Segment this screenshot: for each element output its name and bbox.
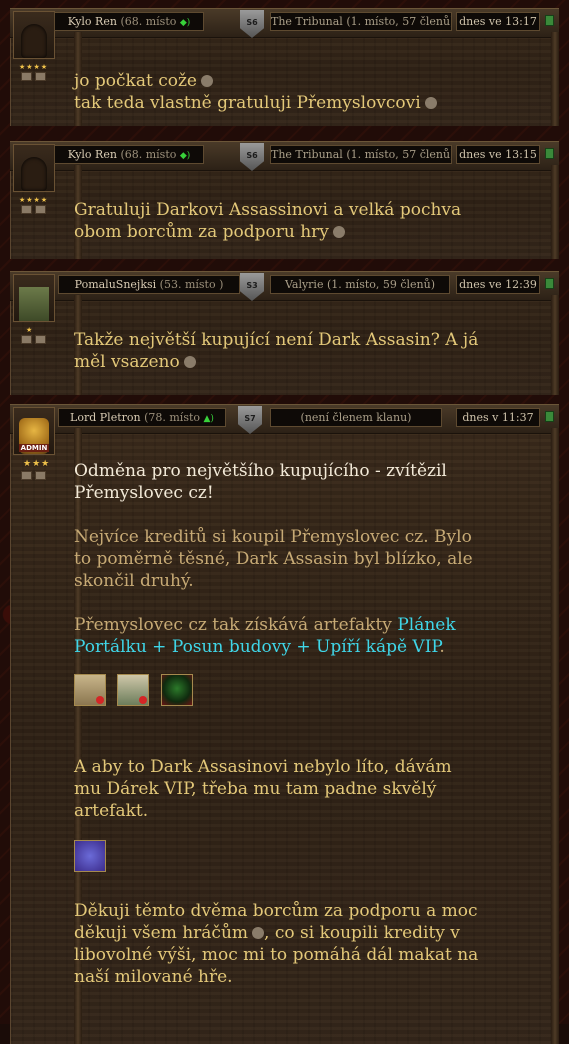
post-date: dnes ve 13:15	[456, 145, 540, 164]
author-box[interactable]: PomaluSnejksi (53. místo )	[58, 275, 240, 294]
smiley-icon	[183, 356, 196, 368]
author-name[interactable]: Kylo Ren	[68, 148, 117, 161]
rank-neutral-icon: ◆)	[179, 18, 191, 28]
avatar[interactable]	[13, 11, 55, 59]
author-name[interactable]: Kylo Ren	[68, 15, 117, 28]
forum-post: ★ PomaluSnejksi (53. místo ) S3 Valyrie …	[10, 271, 559, 395]
rank-stars: ★	[26, 326, 34, 334]
forum-post: ★★★★ Kylo Ren (68. místo ◆) S6 The Tribu…	[10, 8, 559, 126]
gift-list	[74, 840, 529, 878]
pillar-right	[551, 428, 559, 1044]
paragraph: A aby to Dark Assasinovi nebylo líto, dá…	[74, 757, 452, 821]
author-rank: (68. místo	[120, 148, 177, 161]
quote-icon[interactable]	[545, 278, 554, 289]
post-text: Gratuluji Darkovi Assassinovi a velká po…	[74, 200, 462, 242]
mail-icon[interactable]	[21, 335, 32, 344]
smiley-icon	[252, 927, 265, 939]
vampire-cloak-icon[interactable]	[160, 674, 193, 706]
rank-up-icon: ▲)	[203, 414, 214, 424]
artifact-list	[74, 674, 529, 712]
quote-icon[interactable]	[545, 411, 554, 422]
profile-icon[interactable]	[35, 335, 46, 344]
author-name[interactable]: PomaluSnejksi	[75, 278, 157, 291]
post-heading: Odměna pro největšího kupujícího - zvítě…	[74, 461, 447, 503]
message-icons[interactable]	[21, 335, 46, 344]
paragraph: Nejvíce kreditů si koupil Přemyslovec cz…	[74, 527, 473, 591]
clan-box[interactable]: Valyrie (1. místo, 59 členů)	[270, 275, 450, 294]
post-date: dnes ve 12:39	[456, 275, 540, 294]
author-box[interactable]: Lord Pletron (78. místo ▲)	[58, 408, 226, 427]
mail-icon[interactable]	[21, 471, 32, 480]
quote-icon[interactable]	[545, 15, 554, 26]
rank-neutral-icon: ◆)	[179, 151, 191, 161]
admin-badge: ADMIN	[18, 444, 50, 452]
building-move-icon[interactable]	[117, 674, 150, 706]
pillar-right	[551, 32, 559, 126]
author-box[interactable]: Kylo Ren (68. místo ◆)	[54, 145, 204, 164]
message-icons[interactable]	[21, 471, 46, 480]
profile-icon[interactable]	[35, 205, 46, 214]
artifact-link[interactable]: Portálku + Posun budovy + Upíří kápě VIP	[74, 637, 439, 657]
pillar-right	[551, 165, 559, 259]
clan-box[interactable]: The Tribunal (1. místo, 57 členů)	[270, 12, 452, 31]
avatar[interactable]: ADMIN	[13, 407, 55, 455]
post-text: Odměna pro největšího kupujícího - zvítě…	[74, 460, 529, 988]
author-box[interactable]: Kylo Ren (68. místo ◆)	[54, 12, 204, 31]
avatar[interactable]	[13, 144, 55, 192]
post-date: dnes v 11:37	[456, 408, 540, 427]
rank-stars: ★★★★	[19, 63, 49, 71]
author-name[interactable]: Lord Pletron	[70, 411, 141, 424]
profile-icon[interactable]	[35, 72, 46, 81]
mail-icon[interactable]	[21, 205, 32, 214]
author-rank: (68. místo	[120, 15, 177, 28]
paragraph: Děkuji těmto dvěma borcům za podporu a m…	[74, 901, 479, 987]
smiley-icon	[332, 226, 345, 238]
author-rank: (53. místo )	[159, 278, 224, 291]
rank-stars: ★★★★	[19, 196, 49, 204]
pillar-right	[551, 295, 559, 395]
rank-stars: ★★★	[23, 459, 51, 469]
paragraph: Přemyslovec cz tak získává artefakty Plá…	[74, 615, 456, 657]
post-text: jo počkat cože tak teda vlastně gratuluj…	[74, 70, 529, 114]
forum-post: ADMIN ★★★ Lord Pletron (78. místo ▲) S7 …	[10, 404, 559, 1044]
clan-box[interactable]: The Tribunal (1. místo, 57 členů)	[270, 145, 452, 164]
blueprint-portal-icon[interactable]	[74, 674, 106, 706]
quote-icon[interactable]	[545, 148, 554, 159]
message-icons[interactable]	[21, 72, 46, 81]
forum-post: ★★★★ Kylo Ren (68. místo ◆) S6 The Tribu…	[10, 141, 559, 259]
mail-icon[interactable]	[21, 72, 32, 81]
clan-box: (není členem klanu)	[270, 408, 442, 427]
smiley-icon	[424, 97, 437, 109]
post-date: dnes ve 13:17	[456, 12, 540, 31]
gift-vip-icon[interactable]	[74, 840, 106, 872]
artifact-link[interactable]: Plánek	[397, 615, 455, 635]
message-icons[interactable]	[21, 205, 46, 214]
profile-icon[interactable]	[35, 471, 46, 480]
post-text: Takže největší kupující není Dark Assasi…	[74, 330, 479, 372]
smiley-icon	[201, 75, 213, 87]
author-rank: (78. místo	[144, 411, 201, 424]
avatar[interactable]	[13, 274, 55, 322]
